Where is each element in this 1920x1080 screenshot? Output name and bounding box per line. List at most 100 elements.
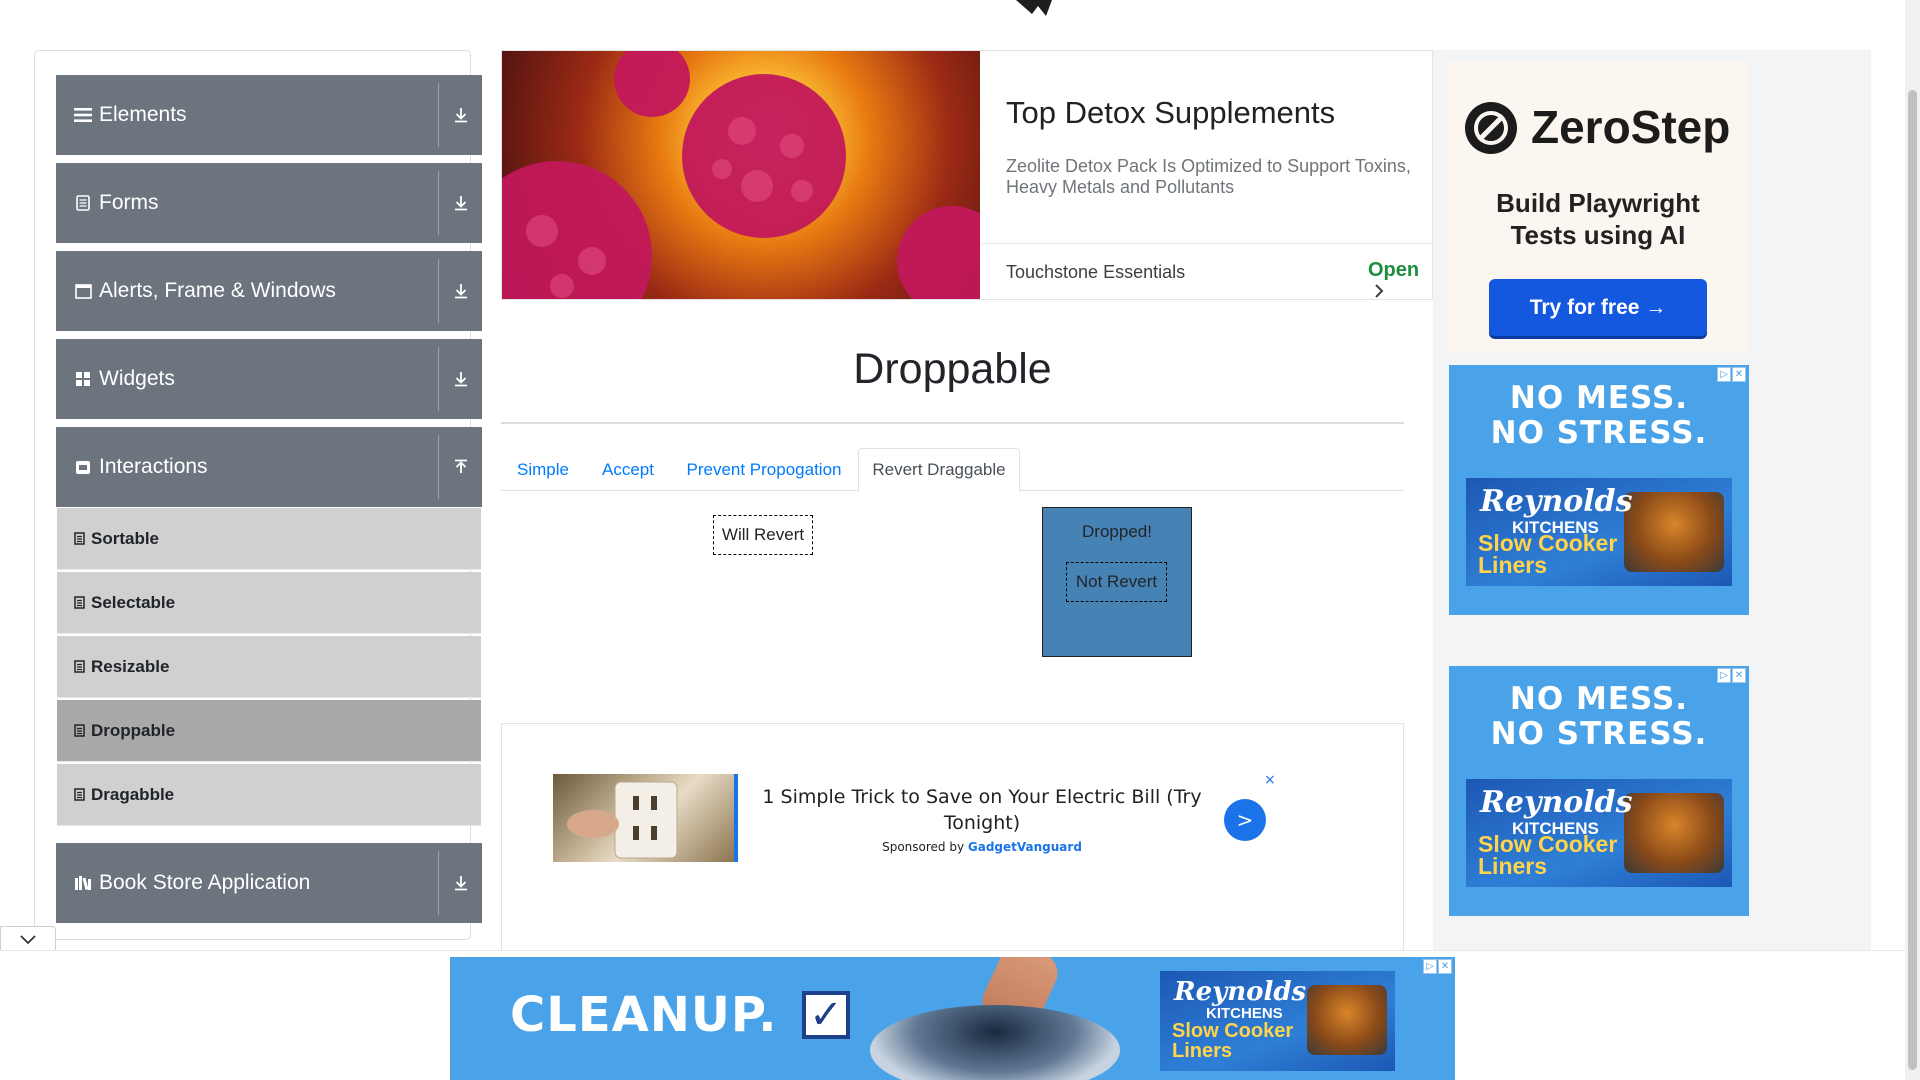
checkbox-icon: ✓ bbox=[802, 991, 850, 1039]
download-arrow-icon[interactable] bbox=[439, 163, 482, 243]
sidebar-group-label: Widgets bbox=[99, 367, 175, 390]
ad-image bbox=[502, 51, 980, 299]
ad-go-button[interactable]: > bbox=[1224, 799, 1266, 841]
close-icon[interactable]: × bbox=[1264, 772, 1276, 788]
sponsor-link[interactable]: GadgetVanguard bbox=[968, 840, 1082, 854]
zerostep-tagline: Build Playwright Tests using AI bbox=[1496, 188, 1700, 250]
ad-open-label: Open bbox=[1368, 259, 1420, 281]
slow-cooker-icon bbox=[1624, 492, 1724, 572]
native-ad[interactable]: 1 Simple Trick to Save on Your Electric … bbox=[501, 723, 1404, 973]
sidebar-group-widgets[interactable]: Widgets bbox=[56, 339, 482, 419]
download-arrow-icon[interactable] bbox=[439, 339, 482, 419]
sidebar-item-label: Selectable bbox=[91, 592, 176, 612]
grid-icon bbox=[73, 369, 93, 389]
sidebar-group-label: Book Store Application bbox=[99, 871, 311, 894]
ad-brand: Reynolds bbox=[1174, 977, 1307, 1007]
zerostep-logo-icon bbox=[1465, 102, 1517, 154]
tab-bar: Simple Accept Prevent Propogation Revert… bbox=[501, 448, 1404, 492]
ad-title[interactable]: Top Detox Supplements bbox=[1006, 95, 1335, 131]
tab-simple[interactable]: Simple bbox=[501, 448, 585, 491]
zerostep-name: ZeroStep bbox=[1531, 101, 1731, 153]
tab-revert-draggable[interactable]: Revert Draggable bbox=[858, 448, 1020, 492]
reynolds-ad-1[interactable]: ▷ ✕ NO MESS. NO STRESS. Reynolds KITCHENS… bbox=[1449, 365, 1749, 615]
tab-accept[interactable]: Accept bbox=[585, 448, 671, 491]
ad-headline: CLEANUP. bbox=[510, 987, 778, 1043]
divider bbox=[981, 243, 1432, 244]
ad-headline: NO MESS. NO STRESS. bbox=[1490, 380, 1708, 451]
page-title: Droppable bbox=[853, 345, 1052, 393]
sidebar-item-label: Resizable bbox=[91, 656, 170, 676]
slow-cooker-icon bbox=[870, 1005, 1120, 1080]
ad-product: Slow Cooker Liners bbox=[1172, 1020, 1294, 1062]
bottom-banner-ad[interactable]: ▷ ✕ CLEANUP. ✓ Reynolds KITCHENS Slow Coo… bbox=[450, 957, 1455, 1080]
sidebar-group-book-store[interactable]: Book Store Application bbox=[56, 843, 482, 923]
site-logo-icon[interactable] bbox=[1012, 0, 1072, 16]
ad-image bbox=[553, 774, 738, 862]
sidebar-group-interactions[interactable]: Interactions bbox=[56, 427, 482, 507]
list-icon bbox=[73, 105, 93, 125]
sidebar-item-sortable[interactable]: Sortable bbox=[57, 508, 481, 570]
ad-choices-icon[interactable]: ▷ ✕ bbox=[1717, 668, 1747, 683]
ad-choices-icon[interactable]: ▷ ✕ bbox=[1717, 367, 1747, 382]
tab-prevent-propogation[interactable]: Prevent Propogation bbox=[671, 448, 857, 491]
will-revert-draggable[interactable]: Will Revert bbox=[713, 515, 813, 555]
divider bbox=[501, 422, 1404, 424]
sponsored-label: Sponsored by bbox=[882, 840, 965, 854]
scrollbar-thumb[interactable] bbox=[1908, 90, 1917, 1070]
sidebar-group-elements[interactable]: Elements bbox=[56, 75, 482, 155]
vertical-scrollbar[interactable] bbox=[1905, 0, 1920, 1080]
drop-target[interactable]: Dropped! Not Revert bbox=[1042, 507, 1192, 657]
chevron-right-icon bbox=[1374, 282, 1384, 299]
try-for-free-button[interactable]: Try for free → bbox=[1489, 279, 1707, 336]
sidebar-item-label: Droppable bbox=[91, 720, 176, 740]
sidebar-item-resizable[interactable]: Resizable bbox=[57, 636, 481, 698]
sidebar-item-label: Dragabble bbox=[91, 784, 175, 804]
ad-sponsor: Sponsored by GadgetVanguard bbox=[762, 840, 1202, 854]
document-icon bbox=[73, 193, 93, 213]
ad-choices-icon[interactable]: ▷ ✕ bbox=[1423, 959, 1453, 974]
product-box: Reynolds KITCHENS Slow Cooker Liners bbox=[1160, 971, 1395, 1071]
ad-product: Slow Cooker Liners bbox=[1478, 530, 1618, 578]
sidebar: Elements Forms Alerts, Frame & Windows W… bbox=[34, 50, 482, 940]
document-icon bbox=[72, 787, 86, 803]
ad-open-button[interactable]: Open bbox=[1368, 259, 1432, 299]
ad-headline: NO MESS. NO STRESS. bbox=[1490, 681, 1708, 752]
books-icon bbox=[73, 873, 93, 893]
sidebar-group-label: Alerts, Frame & Windows bbox=[99, 279, 336, 302]
sidebar-group-alerts[interactable]: Alerts, Frame & Windows bbox=[56, 251, 482, 331]
sidebar-item-label: Sortable bbox=[91, 528, 160, 548]
window-icon bbox=[73, 281, 93, 301]
sidebar-item-dragabble[interactable]: Dragabble bbox=[57, 764, 481, 826]
slow-cooker-icon bbox=[1307, 985, 1387, 1055]
document-icon bbox=[72, 723, 86, 739]
document-icon bbox=[72, 531, 86, 547]
ad-product: Slow Cooker Liners bbox=[1478, 831, 1618, 879]
product-box: Reynolds KITCHENS Slow Cooker Liners bbox=[1466, 478, 1732, 586]
top-ad[interactable]: Top Detox Supplements Zeolite Detox Pack… bbox=[501, 50, 1433, 300]
download-arrow-icon[interactable] bbox=[439, 251, 482, 331]
chevron-down-icon bbox=[20, 935, 36, 945]
sidebar-group-label: Elements bbox=[99, 103, 187, 126]
document-icon bbox=[72, 659, 86, 675]
page: Elements Forms Alerts, Frame & Windows W… bbox=[0, 0, 1920, 1080]
document-icon bbox=[72, 595, 86, 611]
ad-brand: Touchstone Essentials bbox=[1006, 262, 1186, 282]
upload-arrow-icon[interactable] bbox=[439, 427, 482, 507]
download-arrow-icon[interactable] bbox=[439, 75, 482, 155]
ad-brand: Reynolds bbox=[1480, 785, 1633, 820]
box-icon bbox=[73, 457, 93, 477]
download-arrow-icon[interactable] bbox=[439, 843, 482, 923]
sidebar-group-forms[interactable]: Forms bbox=[56, 163, 482, 243]
ad-headline[interactable]: 1 Simple Trick to Save on Your Electric … bbox=[762, 784, 1202, 836]
sidebar-item-selectable[interactable]: Selectable bbox=[57, 572, 481, 634]
sidebar-item-droppable[interactable]: Droppable bbox=[57, 700, 481, 762]
product-box: Reynolds KITCHENS Slow Cooker Liners bbox=[1466, 779, 1732, 887]
sidebar-group-label: Forms bbox=[99, 191, 159, 214]
sidebar-group-label: Interactions bbox=[99, 455, 208, 478]
zerostep-ad[interactable]: ZeroStep Build Playwright Tests using AI… bbox=[1447, 62, 1749, 352]
ad-brand: Reynolds bbox=[1480, 484, 1633, 519]
not-revert-draggable[interactable]: Not Revert bbox=[1066, 562, 1167, 602]
drop-label: Dropped! bbox=[1082, 522, 1152, 541]
reynolds-ad-2[interactable]: ▷ ✕ NO MESS. NO STRESS. Reynolds KITCHENS… bbox=[1449, 666, 1749, 916]
ad-description: Zeolite Detox Pack Is Optimized to Suppo… bbox=[1006, 156, 1411, 197]
